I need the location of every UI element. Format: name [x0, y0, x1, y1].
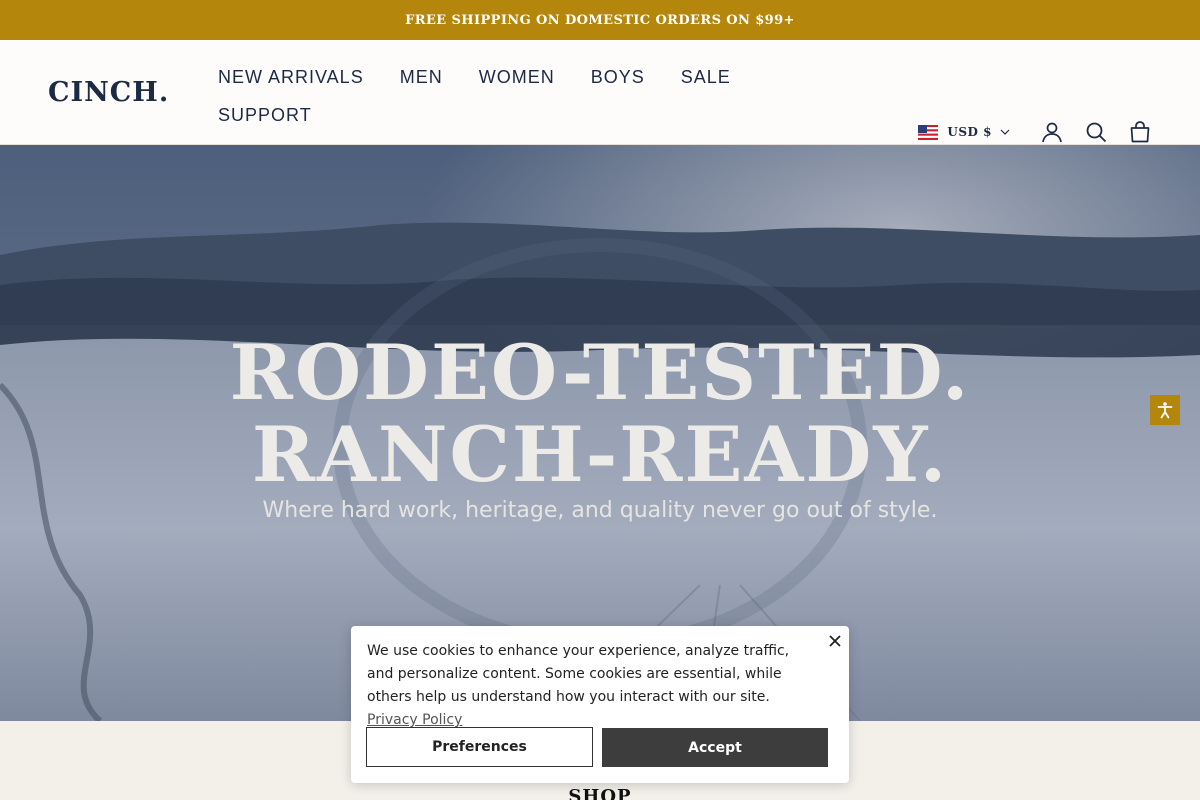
- chevron-down-icon: [1000, 129, 1010, 135]
- announcement-text: FREE SHIPPING ON DOMESTIC ORDERS ON $99+: [405, 12, 795, 28]
- nav-boys[interactable]: BOYS: [591, 58, 645, 96]
- header-utilities: USD $: [918, 117, 1152, 147]
- currency-selector[interactable]: USD $: [918, 124, 1010, 140]
- nav-new-arrivals[interactable]: NEW ARRIVALS: [218, 58, 364, 96]
- nav-sale[interactable]: SALE: [681, 58, 731, 96]
- accept-button[interactable]: Accept: [602, 728, 828, 767]
- cookie-message: We use cookies to enhance your experienc…: [367, 640, 815, 732]
- page: FREE SHIPPING ON DOMESTIC ORDERS ON $99+…: [0, 0, 1200, 800]
- search-icon[interactable]: [1084, 120, 1108, 144]
- cinch-logo[interactable]: CINCH.: [48, 78, 169, 108]
- nav-men[interactable]: MEN: [400, 58, 443, 96]
- accessibility-button[interactable]: [1150, 395, 1180, 425]
- preferences-button[interactable]: Preferences: [366, 727, 593, 767]
- currency-label: USD $: [947, 125, 992, 139]
- hero-heading-line1: RODEO-TESTED.: [229, 328, 971, 417]
- us-flag-icon: [918, 124, 939, 140]
- nav-women[interactable]: WOMEN: [479, 58, 555, 96]
- account-icon[interactable]: [1040, 120, 1064, 144]
- cookie-banner: We use cookies to enhance your experienc…: [351, 626, 849, 783]
- privacy-policy-link[interactable]: Privacy Policy: [367, 712, 462, 728]
- hero-subtitle: Where hard work, heritage, and quality n…: [262, 498, 938, 523]
- accessibility-icon: [1157, 402, 1173, 419]
- nav-support[interactable]: SUPPORT: [218, 96, 312, 134]
- hero-heading-line2: RANCH-READY.: [251, 410, 949, 499]
- cookie-message-text: We use cookies to enhance your experienc…: [367, 643, 790, 705]
- logo-text: CINCH: [48, 77, 159, 108]
- site-header: CINCH. NEW ARRIVALS MEN WOMEN BOYS SALE SUPPO…: [0, 40, 1200, 163]
- close-icon[interactable]: [828, 634, 842, 648]
- announcement-bar: FREE SHIPPING ON DOMESTIC ORDERS ON $99+: [0, 0, 1200, 40]
- logo-dot: .: [158, 77, 170, 108]
- bag-icon[interactable]: [1128, 120, 1152, 144]
- shop-heading: SHOP: [568, 786, 632, 800]
